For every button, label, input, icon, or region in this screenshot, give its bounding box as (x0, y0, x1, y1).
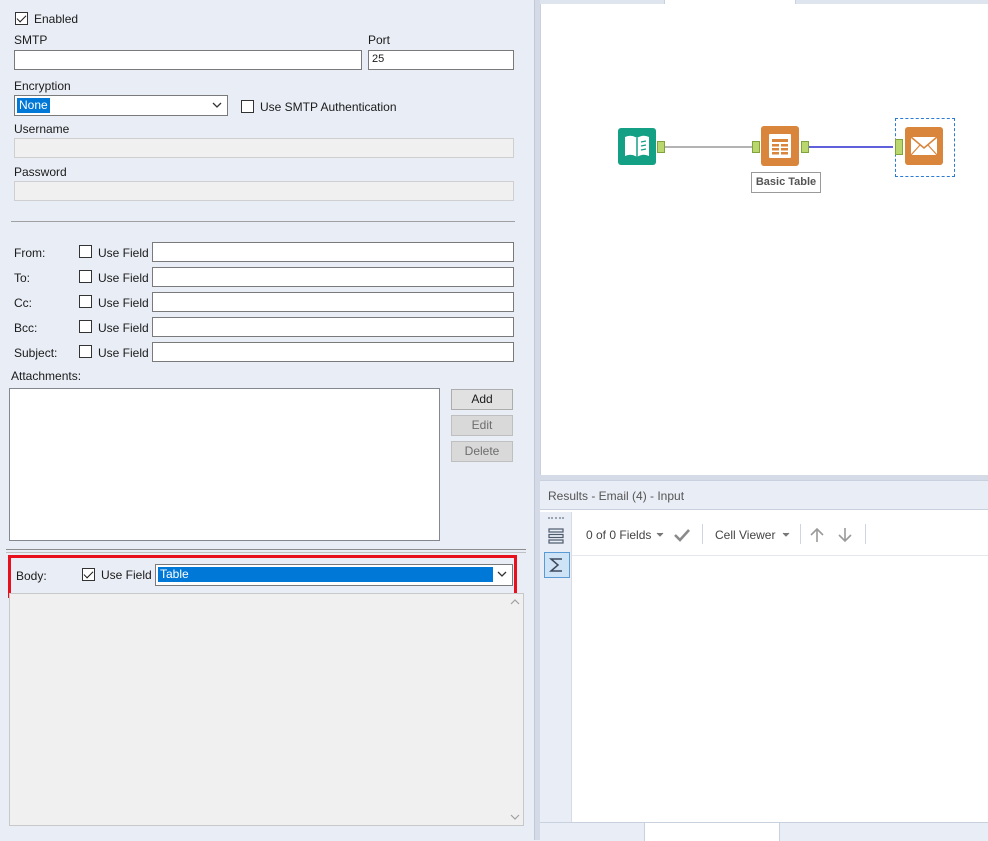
results-toolbar: 0 of 0 Fields Cell Viewer (572, 512, 988, 556)
delete-attachment-button[interactable]: Delete (451, 441, 513, 462)
output-anchor[interactable] (657, 141, 665, 153)
chevron-down-icon (497, 571, 507, 577)
port-field[interactable]: 25 (368, 50, 514, 70)
enabled-label: Enabled (34, 12, 79, 26)
email-configuration-panel: Enabled SMTP Port 25 Encryption None Use… (0, 0, 534, 840)
results-sidebar (540, 512, 572, 822)
checkmark-icon[interactable] (672, 527, 692, 543)
email-tool[interactable] (905, 127, 943, 165)
summary-view-button[interactable] (544, 552, 570, 578)
to-label: To: (14, 271, 31, 285)
toolbar-separator (865, 524, 866, 544)
scroll-up-icon[interactable] (510, 598, 520, 606)
username-field (14, 138, 514, 158)
smtp-label: SMTP (14, 33, 48, 47)
smtp-auth-checkbox[interactable] (241, 100, 254, 113)
bottom-tab-strip (540, 822, 988, 841)
port-label: Port (368, 33, 391, 47)
sigma-icon (548, 558, 562, 572)
attachments-list[interactable] (9, 388, 440, 541)
basic-table-label: Basic Table (751, 172, 821, 193)
bcc-use-field-checkbox[interactable] (79, 320, 92, 333)
subject-field[interactable] (152, 342, 514, 362)
body-field-dropdown[interactable]: Table (155, 564, 513, 586)
body-field-value: Table (158, 567, 493, 582)
bcc-field[interactable] (152, 317, 514, 337)
smtp-field[interactable] (14, 50, 362, 70)
divider (6, 552, 526, 553)
from-field[interactable] (152, 242, 514, 262)
password-field (14, 181, 514, 201)
body-label: Body: (16, 569, 47, 583)
from-use-field-label: Use Field (98, 246, 149, 260)
grip-icon[interactable] (548, 517, 564, 519)
chevron-down-icon (212, 102, 222, 108)
edit-attachment-button[interactable]: Edit (451, 415, 513, 436)
basic-table-tool[interactable] (761, 126, 799, 166)
body-text-area (9, 593, 524, 826)
rows-view-icon[interactable] (547, 527, 565, 545)
table-icon (769, 134, 791, 158)
smtp-auth-label: Use SMTP Authentication (260, 100, 397, 114)
to-use-field-label: Use Field (98, 271, 149, 285)
results-header: Results - Email (4) - Input (540, 480, 988, 510)
body-use-field-label: Use Field (101, 568, 152, 582)
bcc-use-field-label: Use Field (98, 321, 149, 335)
from-use-field-checkbox[interactable] (79, 245, 92, 258)
envelope-icon (910, 136, 938, 156)
body-use-field-checkbox[interactable] (82, 568, 95, 581)
subject-label: Subject: (14, 346, 58, 360)
output-anchor[interactable] (801, 141, 809, 153)
cc-use-field-label: Use Field (98, 296, 149, 310)
toolbar-separator (702, 524, 703, 544)
attachments-label: Attachments: (11, 369, 82, 383)
fields-count[interactable]: 0 of 0 Fields (586, 528, 651, 542)
from-label: From: (14, 246, 46, 260)
input-anchor[interactable] (895, 139, 903, 155)
cc-use-field-checkbox[interactable] (79, 295, 92, 308)
bcc-label: Bcc: (14, 321, 38, 335)
cell-viewer-dropdown[interactable]: Cell Viewer (715, 528, 775, 542)
to-field[interactable] (152, 267, 514, 287)
divider (11, 221, 515, 222)
tab-active-workflow[interactable] (664, 0, 796, 4)
add-attachment-button[interactable]: Add (451, 389, 513, 410)
encryption-value: None (17, 98, 50, 113)
scroll-down-icon[interactable] (510, 813, 520, 821)
arrow-up-icon[interactable] (809, 526, 825, 544)
book-input-icon (625, 135, 649, 157)
chevron-down-icon[interactable] (656, 532, 664, 538)
subject-use-field-label: Use Field (98, 346, 149, 360)
chevron-down-icon[interactable] (782, 532, 790, 538)
password-label: Password (14, 165, 67, 179)
divider (6, 549, 526, 550)
encryption-dropdown[interactable]: None (14, 95, 228, 116)
workflow-canvas[interactable]: Basic Table (540, 0, 988, 475)
cc-field[interactable] (152, 292, 514, 312)
enabled-checkbox[interactable] (15, 12, 28, 25)
username-label: Username (14, 122, 70, 136)
input-anchor[interactable] (752, 141, 760, 153)
arrow-down-icon[interactable] (837, 526, 853, 544)
toolbar-separator (800, 524, 801, 544)
results-title: Results - Email (4) - Input (548, 489, 685, 503)
workflow-connections (664, 146, 893, 148)
to-use-field-checkbox[interactable] (79, 270, 92, 283)
body-scrollbar[interactable] (507, 594, 523, 825)
encryption-label: Encryption (14, 79, 71, 93)
tab-results[interactable] (644, 823, 780, 841)
cc-label: Cc: (14, 296, 32, 310)
input-data-tool[interactable] (618, 128, 656, 165)
subject-use-field-checkbox[interactable] (79, 345, 92, 358)
